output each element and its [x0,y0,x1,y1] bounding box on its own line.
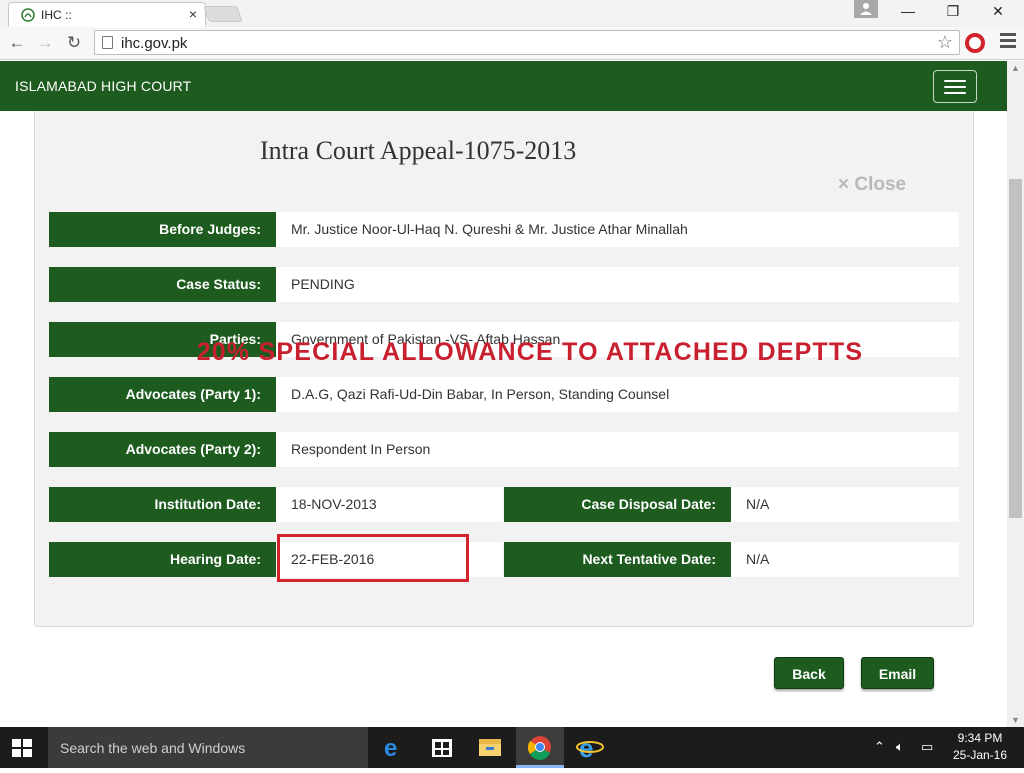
case-disposal-date-label: Case Disposal Date: [504,487,731,522]
advocates-party2-label: Advocates (Party 2): [49,432,276,467]
hearing-date-label: Hearing Date: [49,542,276,577]
browser-menu-icon[interactable] [1000,33,1016,53]
scroll-thumb[interactable] [1009,179,1022,518]
taskbar-search[interactable]: Search the web and Windows [48,727,368,768]
dates-row-1: Institution Date: 18-NOV-2013 Case Dispo… [49,487,959,522]
clock-time: 9:34 PM [957,731,1003,745]
taskbar-clock[interactable]: 9:34 PM 25-Jan-16 [952,730,1008,764]
advocates-party1-label: Advocates (Party 1): [49,377,276,412]
advocates-party2-value: Respondent In Person [276,432,959,467]
url-text[interactable]: ihc.gov.pk [121,35,187,52]
browser-titlebar: IHC :: × — ❐ ✕ [0,0,1024,27]
before-judges-label: Before Judges: [49,212,276,247]
site-brand[interactable]: ISLAMABAD HIGH COURT [15,78,191,94]
address-bar[interactable]: ihc.gov.pk ☆ [94,30,960,55]
forward-arrow-icon[interactable]: → [34,32,56,54]
case-status-row: Case Status: PENDING [49,267,959,302]
page-icon [102,36,113,49]
internet-explorer-icon[interactable]: e [566,727,614,768]
reload-icon[interactable]: ↻ [63,32,85,54]
overlay-caption: 20% SPECIAL ALLOWANCE TO ATTACHED DEPTTS [196,338,864,366]
bookmark-star-icon[interactable]: ☆ [937,32,953,53]
next-tentative-date-value: N/A [731,542,959,577]
profile-button[interactable] [854,0,878,18]
nav-toggle-button[interactable] [933,70,977,103]
case-status-label: Case Status: [49,267,276,302]
windows-taskbar: Search the web and Windows e e ⌃ 🔈︎ ▭ 9:… [0,727,1024,768]
close-button[interactable]: × Close [838,174,906,196]
browser-tab[interactable]: IHC :: × [8,2,206,27]
advocates-party1-value: D.A.G, Qazi Rafi-Ud-Din Babar, In Person… [276,377,959,412]
institution-date-label: Institution Date: [49,487,276,522]
back-arrow-icon[interactable]: ← [6,32,28,54]
opera-extension-icon[interactable] [965,33,985,53]
site-navbar: ISLAMABAD HIGH COURT [0,61,1007,111]
tab-close-icon[interactable]: × [189,6,197,22]
scroll-down-icon[interactable]: ▼ [1011,715,1020,725]
scroll-up-icon[interactable]: ▲ [1011,63,1020,73]
store-icon[interactable] [418,727,466,768]
back-button[interactable]: Back [774,657,844,689]
svg-text:e: e [579,733,593,763]
hearing-date-highlight [277,534,469,582]
page-content: Intra Court Appeal-1075-2013 × Close Bef… [0,111,1007,727]
ihc-favicon-icon [21,8,35,22]
dates-row-2: Hearing Date: 22-FEB-2016 Next Tentative… [49,542,959,577]
institution-date-value: 18-NOV-2013 [276,487,503,522]
case-title: Intra Court Appeal-1075-2013 [260,136,577,165]
case-disposal-date-value: N/A [731,487,959,522]
volume-icon[interactable]: 🔈︎ [896,739,904,755]
file-explorer-icon[interactable] [466,727,514,768]
windows-start-icon[interactable] [12,739,32,757]
page-scrollbar[interactable]: ▲ ▼ [1007,61,1024,727]
restore-button[interactable]: ❐ [938,3,968,20]
taskbar-search-placeholder: Search the web and Windows [60,740,246,756]
case-status-value: PENDING [276,267,959,302]
close-window-button[interactable]: ✕ [983,3,1013,20]
chrome-icon[interactable] [516,727,564,768]
advocates-party1-row: Advocates (Party 1): D.A.G, Qazi Rafi-Ud… [49,377,959,412]
advocates-party2-row: Advocates (Party 2): Respondent In Perso… [49,432,959,467]
clock-date: 25-Jan-16 [952,748,1008,762]
email-button[interactable]: Email [861,657,934,689]
person-icon [860,3,872,15]
browser-toolbar: ← → ↻ ihc.gov.pk ☆ [0,27,1024,60]
next-tentative-date-label: Next Tentative Date: [504,542,731,577]
action-center-icon[interactable]: ▭ [921,739,933,755]
edge-icon[interactable]: e [370,727,418,768]
before-judges-row: Before Judges: Mr. Justice Noor-Ul-Haq N… [49,212,959,247]
minimize-button[interactable]: — [893,3,923,19]
new-tab-button[interactable] [203,6,243,22]
tray-chevron-icon[interactable]: ⌃ [874,739,885,755]
tab-title: IHC :: [41,8,72,22]
svg-text:e: e [384,735,397,762]
before-judges-value: Mr. Justice Noor-Ul-Haq N. Qureshi & Mr.… [276,212,959,247]
